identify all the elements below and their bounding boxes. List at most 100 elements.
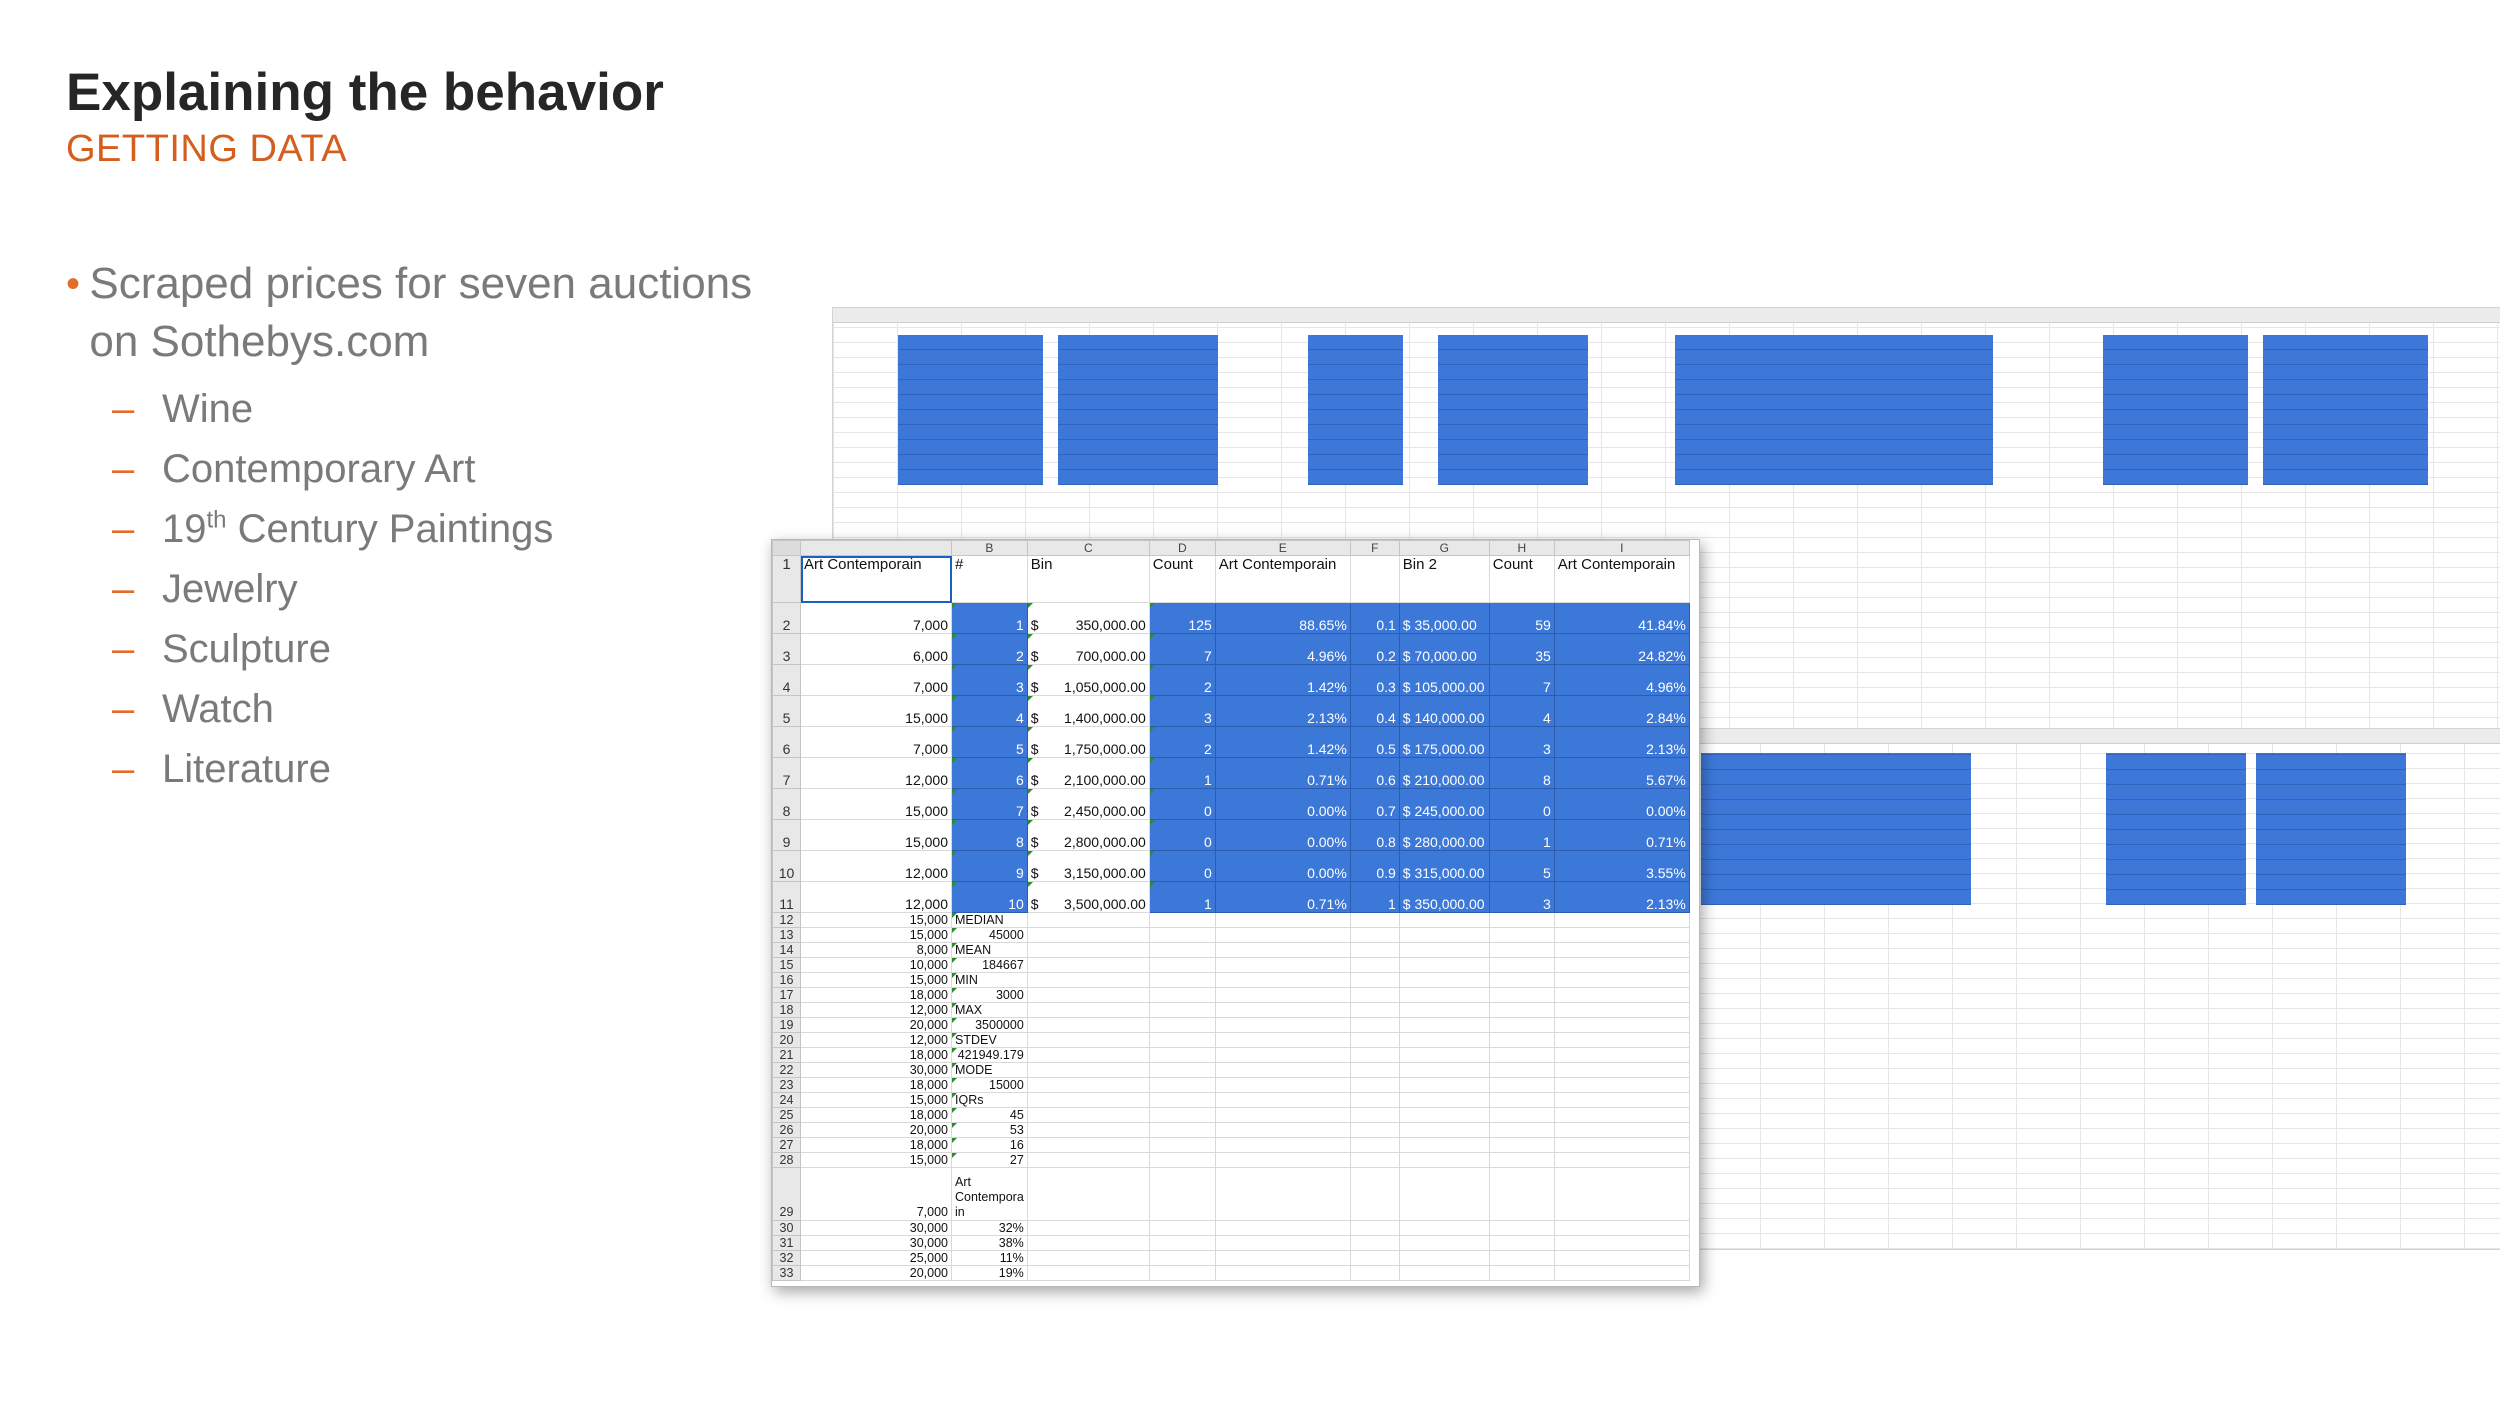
- percent-cell[interactable]: 4.96%: [1214, 633, 1351, 665]
- bin2-cell[interactable]: $ 280,000.00: [1398, 819, 1490, 851]
- price-cell[interactable]: 30,000: [800, 1235, 952, 1251]
- empty-cell[interactable]: [1148, 1137, 1216, 1153]
- empty-cell[interactable]: [1398, 1167, 1490, 1221]
- empty-cell[interactable]: [1553, 912, 1690, 928]
- empty-cell[interactable]: [1148, 1122, 1216, 1138]
- empty-cell[interactable]: [1148, 1235, 1216, 1251]
- row-number[interactable]: 20: [772, 1032, 801, 1048]
- row-number[interactable]: 19: [772, 1017, 801, 1033]
- count2-cell[interactable]: 7: [1488, 664, 1555, 696]
- empty-cell[interactable]: [1026, 942, 1150, 958]
- column-header[interactable]: F: [1349, 540, 1400, 556]
- empty-cell[interactable]: [1214, 1047, 1351, 1063]
- bin2-cell[interactable]: $ 350,000.00: [1398, 881, 1490, 913]
- empty-cell[interactable]: [1026, 1077, 1150, 1093]
- empty-cell[interactable]: [1214, 1002, 1351, 1018]
- empty-cell[interactable]: [1488, 972, 1555, 988]
- empty-cell[interactable]: [1488, 1235, 1555, 1251]
- price-cell[interactable]: 18,000: [800, 1077, 952, 1093]
- price-cell[interactable]: 7,000: [800, 602, 952, 634]
- empty-cell[interactable]: [1398, 1047, 1490, 1063]
- empty-cell[interactable]: [1398, 957, 1490, 973]
- price-cell[interactable]: 15,000: [800, 912, 952, 928]
- stat-cell[interactable]: MEDIAN: [951, 912, 1028, 928]
- empty-cell[interactable]: [1553, 1002, 1690, 1018]
- row-number[interactable]: 11: [772, 881, 801, 913]
- price-cell[interactable]: 15,000: [800, 972, 952, 988]
- percent-cell[interactable]: 0.71%: [1214, 757, 1351, 789]
- empty-cell[interactable]: [1488, 912, 1555, 928]
- empty-cell[interactable]: [1148, 1077, 1216, 1093]
- count-cell[interactable]: 0: [1148, 788, 1216, 820]
- percent-cell[interactable]: 88.65%: [1214, 602, 1351, 634]
- percent-cell[interactable]: 1.42%: [1214, 664, 1351, 696]
- empty-cell[interactable]: [1148, 927, 1216, 943]
- row-number[interactable]: 16: [772, 972, 801, 988]
- stat-cell[interactable]: 184667: [951, 957, 1028, 973]
- bin-index-cell[interactable]: 2: [951, 633, 1028, 665]
- empty-cell[interactable]: [1553, 1077, 1690, 1093]
- bin-cell[interactable]: $1,400,000.00: [1026, 695, 1150, 727]
- bin-cell[interactable]: $3,150,000.00: [1026, 850, 1150, 882]
- stat-cell[interactable]: MEAN: [951, 942, 1028, 958]
- empty-cell[interactable]: [1214, 912, 1351, 928]
- empty-cell[interactable]: [1398, 1220, 1490, 1236]
- percent2-cell[interactable]: 4.96%: [1553, 664, 1690, 696]
- price-cell[interactable]: 15,000: [800, 1092, 952, 1108]
- fraction-cell[interactable]: 0.4: [1349, 695, 1400, 727]
- count2-cell[interactable]: 5: [1488, 850, 1555, 882]
- price-cell[interactable]: 20,000: [800, 1122, 952, 1138]
- bin-index-cell[interactable]: 6: [951, 757, 1028, 789]
- empty-cell[interactable]: [1553, 1265, 1690, 1281]
- percent2-cell[interactable]: 41.84%: [1553, 602, 1690, 634]
- empty-cell[interactable]: [1148, 912, 1216, 928]
- empty-cell[interactable]: [1026, 1002, 1150, 1018]
- bin2-cell[interactable]: $ 35,000.00: [1398, 602, 1490, 634]
- empty-cell[interactable]: [1553, 957, 1690, 973]
- bin-cell[interactable]: $350,000.00: [1026, 602, 1150, 634]
- empty-cell[interactable]: [1398, 1092, 1490, 1108]
- empty-cell[interactable]: [1214, 1017, 1351, 1033]
- row-number[interactable]: 8: [772, 788, 801, 820]
- fraction-cell[interactable]: 0.6: [1349, 757, 1400, 789]
- empty-cell[interactable]: [1398, 1077, 1490, 1093]
- price-cell[interactable]: 15,000: [800, 927, 952, 943]
- empty-cell[interactable]: [1488, 1220, 1555, 1236]
- stat-cell[interactable]: Art Contempora in: [951, 1167, 1028, 1221]
- price-cell[interactable]: 15,000: [800, 819, 952, 851]
- bin2-cell[interactable]: $ 175,000.00: [1398, 726, 1490, 758]
- stat-cell[interactable]: 45000: [951, 927, 1028, 943]
- price-cell[interactable]: 7,000: [800, 726, 952, 758]
- empty-cell[interactable]: [1553, 1250, 1690, 1266]
- empty-cell[interactable]: [1488, 1167, 1555, 1221]
- bin-index-cell[interactable]: 1: [951, 602, 1028, 634]
- bin2-cell[interactable]: $ 210,000.00: [1398, 757, 1490, 789]
- empty-cell[interactable]: [1148, 1265, 1216, 1281]
- header-cell[interactable]: Bin: [1026, 555, 1150, 603]
- bin-cell[interactable]: $700,000.00: [1026, 633, 1150, 665]
- empty-cell[interactable]: [1148, 1220, 1216, 1236]
- empty-cell[interactable]: [1398, 1017, 1490, 1033]
- empty-cell[interactable]: [1488, 1152, 1555, 1168]
- count-cell[interactable]: 0: [1148, 850, 1216, 882]
- empty-cell[interactable]: [1349, 1032, 1400, 1048]
- empty-cell[interactable]: [1349, 1062, 1400, 1078]
- header-cell[interactable]: Bin 2: [1398, 555, 1490, 603]
- bin2-cell[interactable]: $ 315,000.00: [1398, 850, 1490, 882]
- count2-cell[interactable]: 4: [1488, 695, 1555, 727]
- count2-cell[interactable]: 35: [1488, 633, 1555, 665]
- empty-cell[interactable]: [1488, 1062, 1555, 1078]
- count-cell[interactable]: 3: [1148, 695, 1216, 727]
- price-cell[interactable]: 20,000: [800, 1265, 952, 1281]
- header-cell[interactable]: Art Contemporain: [1553, 555, 1690, 603]
- empty-cell[interactable]: [1553, 942, 1690, 958]
- empty-cell[interactable]: [1214, 1062, 1351, 1078]
- row-number[interactable]: 22: [772, 1062, 801, 1078]
- bin-cell[interactable]: $2,100,000.00: [1026, 757, 1150, 789]
- count-cell[interactable]: 125: [1148, 602, 1216, 634]
- empty-cell[interactable]: [1553, 1092, 1690, 1108]
- empty-cell[interactable]: [1148, 957, 1216, 973]
- empty-cell[interactable]: [1398, 1152, 1490, 1168]
- empty-cell[interactable]: [1553, 1167, 1690, 1221]
- empty-cell[interactable]: [1026, 972, 1150, 988]
